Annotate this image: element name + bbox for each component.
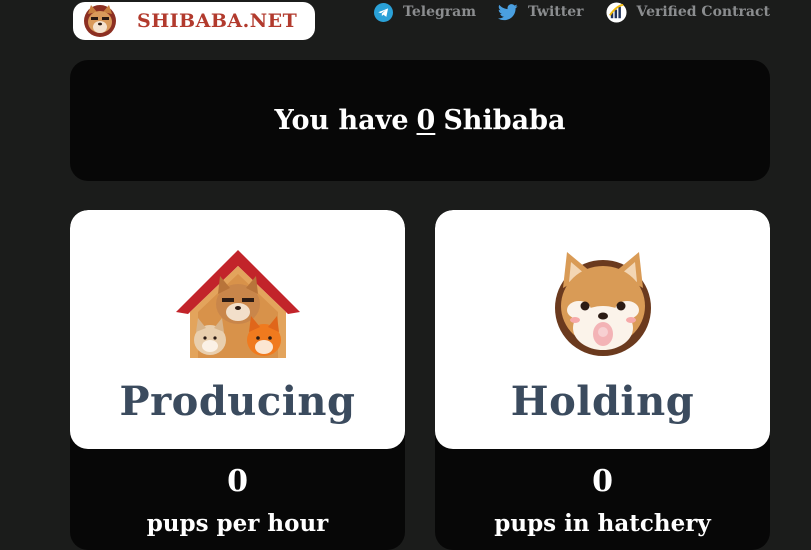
balance-prefix: You have <box>274 105 409 136</box>
shiba-mascot-icon <box>84 5 116 37</box>
holding-value: 0 <box>592 464 613 499</box>
balance-suffix: Shibaba <box>443 105 566 136</box>
telegram-icon <box>374 2 394 22</box>
verified-contract-label: Verified Contract <box>636 4 771 20</box>
telegram-link[interactable]: Telegram <box>374 2 477 22</box>
doghouse-icon <box>175 250 300 358</box>
chart-icon <box>605 1 627 23</box>
holding-label: pups in hatchery <box>494 510 711 537</box>
social-links: Telegram Twitter Verified Contract <box>374 0 770 24</box>
twitter-icon <box>498 3 518 20</box>
holding-card-header: Holding <box>435 210 770 449</box>
logo-text: SHIBABA.NET <box>137 10 298 32</box>
balance-amount: 0 <box>416 105 436 136</box>
producing-value: 0 <box>227 464 248 499</box>
shiba-face-icon <box>554 252 651 356</box>
twitter-link[interactable]: Twitter <box>498 3 584 21</box>
holding-card: Holding 0 pups in hatchery <box>435 210 770 550</box>
telegram-label: Telegram <box>403 4 477 20</box>
site-logo[interactable]: SHIBABA.NET <box>73 2 315 40</box>
verified-contract-link[interactable]: Verified Contract <box>605 1 771 23</box>
balance-card: You have 0 Shibaba <box>70 60 770 181</box>
producing-title: Producing <box>119 378 356 425</box>
holding-title: Holding <box>510 378 695 425</box>
producing-card-header: Producing <box>70 210 405 449</box>
twitter-label: Twitter <box>528 4 584 20</box>
top-bar: SHIBABA.NET Telegram Twitter Verified Co… <box>0 0 811 48</box>
producing-label: pups per hour <box>146 510 329 537</box>
producing-card: Producing 0 pups per hour <box>70 210 405 550</box>
